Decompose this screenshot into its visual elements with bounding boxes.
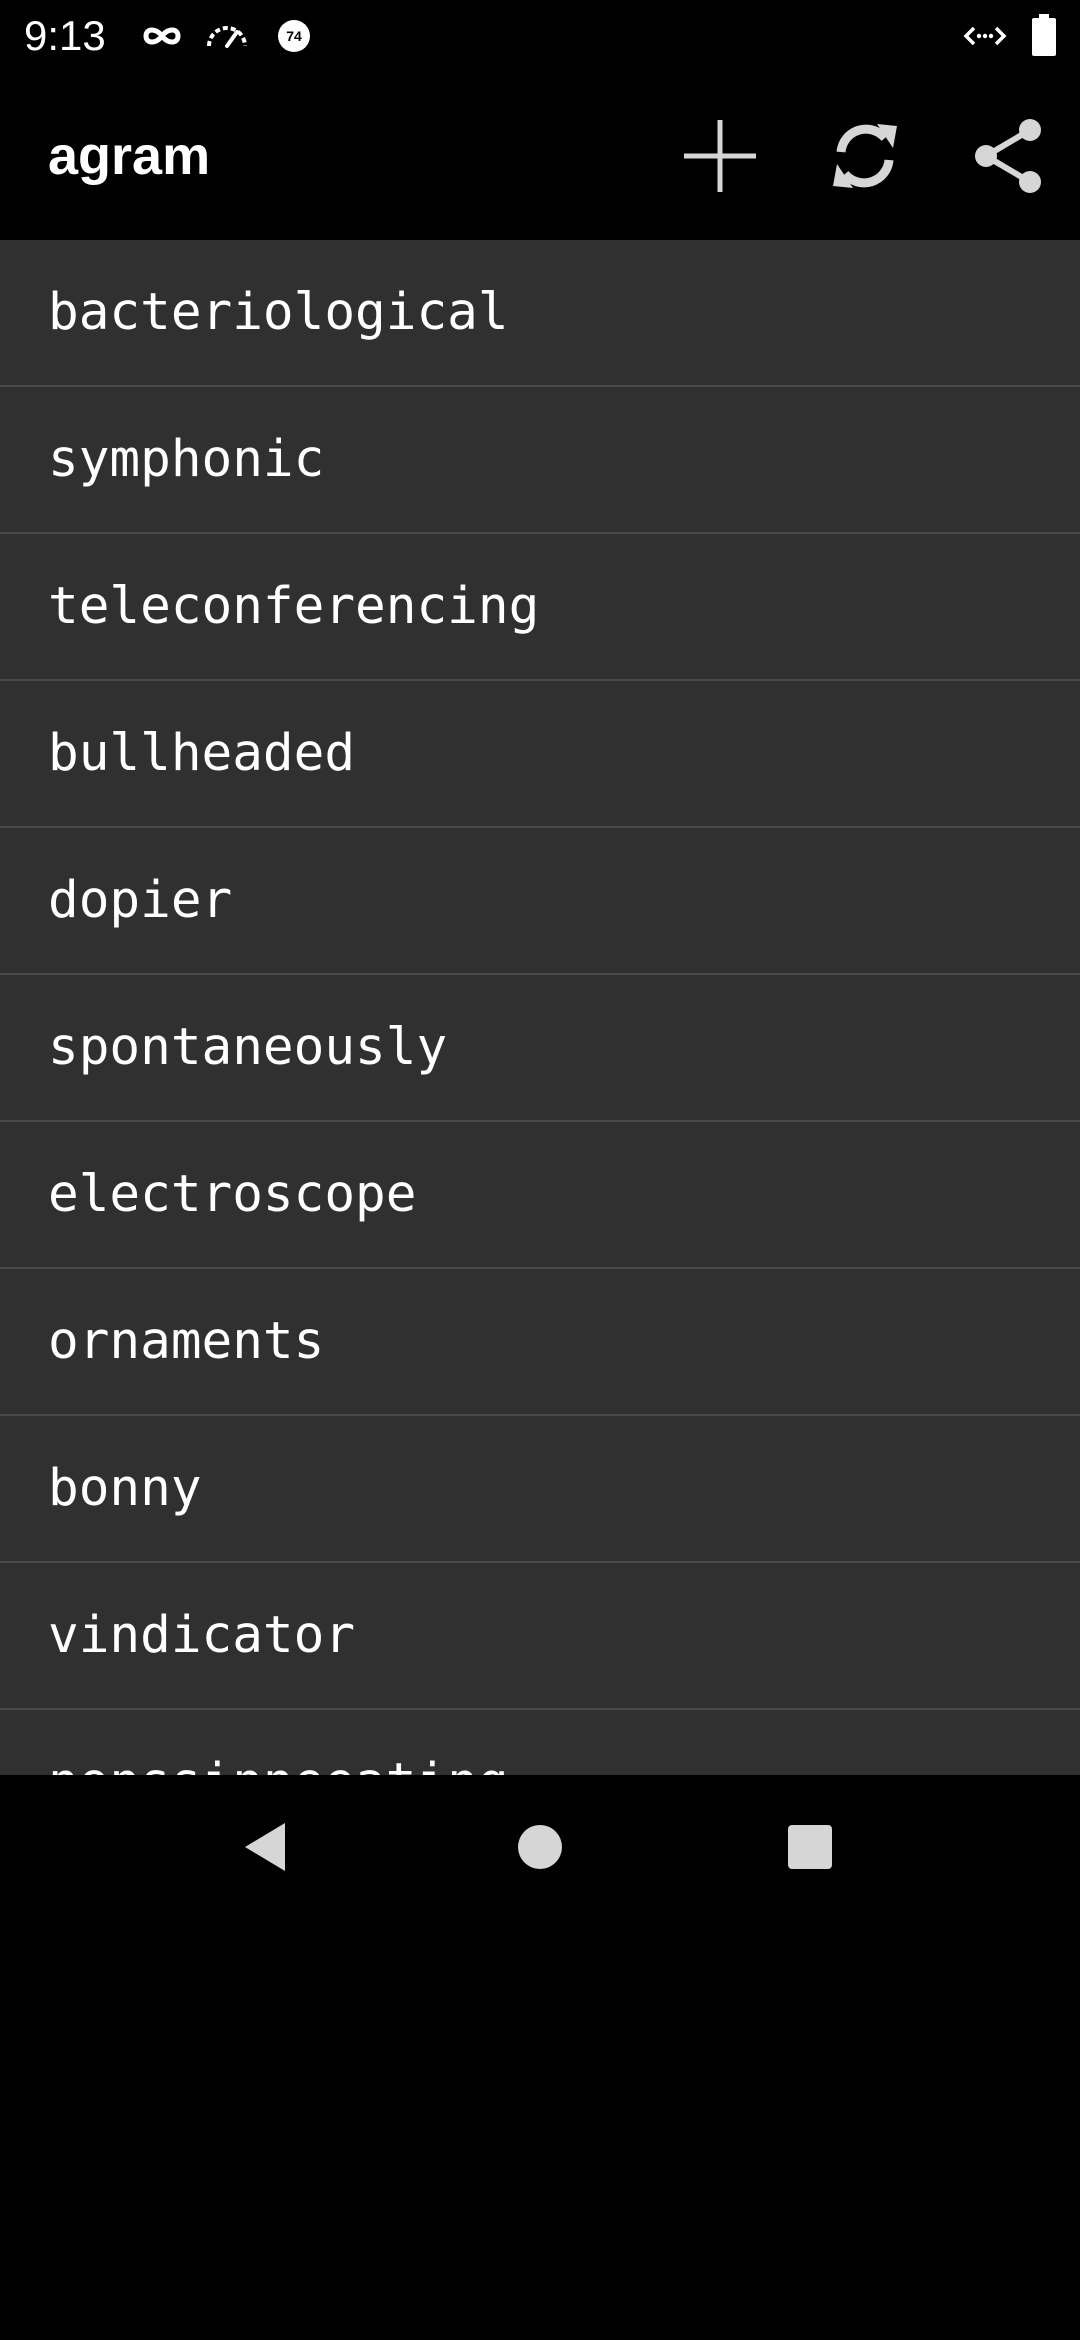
- add-icon: [684, 120, 756, 192]
- refresh-icon: [833, 124, 897, 188]
- list-item-label: nonssinneeating: [48, 1710, 509, 1775]
- list-item-label: dopier: [48, 871, 233, 930]
- list-item[interactable]: bacteriological: [0, 240, 1080, 387]
- list-item[interactable]: vindicator: [0, 1563, 1080, 1710]
- list-item-label: bacteriological: [48, 283, 509, 342]
- share-icon: [975, 119, 1041, 193]
- badge-74-icon: 74: [278, 20, 310, 52]
- list-item-label: spontaneously: [48, 1018, 448, 1077]
- app-title: agram: [48, 126, 211, 186]
- list-item[interactable]: nonssinneeating: [0, 1710, 1080, 1775]
- recents-icon: [788, 1825, 832, 1869]
- badge-74-text: 74: [286, 28, 302, 44]
- home-icon: [518, 1825, 562, 1869]
- list-item-label: vindicator: [48, 1606, 356, 1665]
- status-time: 9:13: [24, 12, 106, 59]
- list-item[interactable]: spontaneously: [0, 975, 1080, 1122]
- list-item[interactable]: bullheaded: [0, 681, 1080, 828]
- list-item[interactable]: dopier: [0, 828, 1080, 975]
- word-list[interactable]: bacteriological symphonic teleconferenci…: [0, 240, 1080, 1775]
- list-item[interactable]: symphonic: [0, 387, 1080, 534]
- list-item[interactable]: ornaments: [0, 1269, 1080, 1416]
- list-item-label: electroscope: [48, 1165, 417, 1224]
- app-bar: agram: [0, 72, 1080, 240]
- list-item-label: symphonic: [48, 430, 325, 489]
- list-item-label: bonny: [48, 1459, 202, 1518]
- list-item[interactable]: electroscope: [0, 1122, 1080, 1269]
- add-button[interactable]: [670, 106, 770, 206]
- back-icon: [245, 1823, 285, 1871]
- refresh-button[interactable]: [815, 106, 915, 206]
- infinity-icon: [143, 27, 181, 45]
- list-item-label: bullheaded: [48, 724, 356, 783]
- share-button[interactable]: [958, 106, 1058, 206]
- home-button[interactable]: [490, 1797, 590, 1897]
- list-item-label: ornaments: [48, 1312, 325, 1371]
- battery-icon: [1032, 14, 1056, 56]
- list-item[interactable]: bonny: [0, 1416, 1080, 1563]
- data-transfer-icon: [963, 26, 1007, 46]
- list-item-label: teleconferencing: [48, 577, 540, 636]
- back-button[interactable]: [217, 1797, 317, 1897]
- empty-area: [0, 1920, 1080, 2340]
- list-item[interactable]: teleconferencing: [0, 534, 1080, 681]
- speedometer-icon: [207, 26, 247, 48]
- navigation-bar: [0, 1775, 1080, 1920]
- recents-button[interactable]: [760, 1797, 860, 1897]
- status-bar: 9:13 74: [0, 0, 1080, 72]
